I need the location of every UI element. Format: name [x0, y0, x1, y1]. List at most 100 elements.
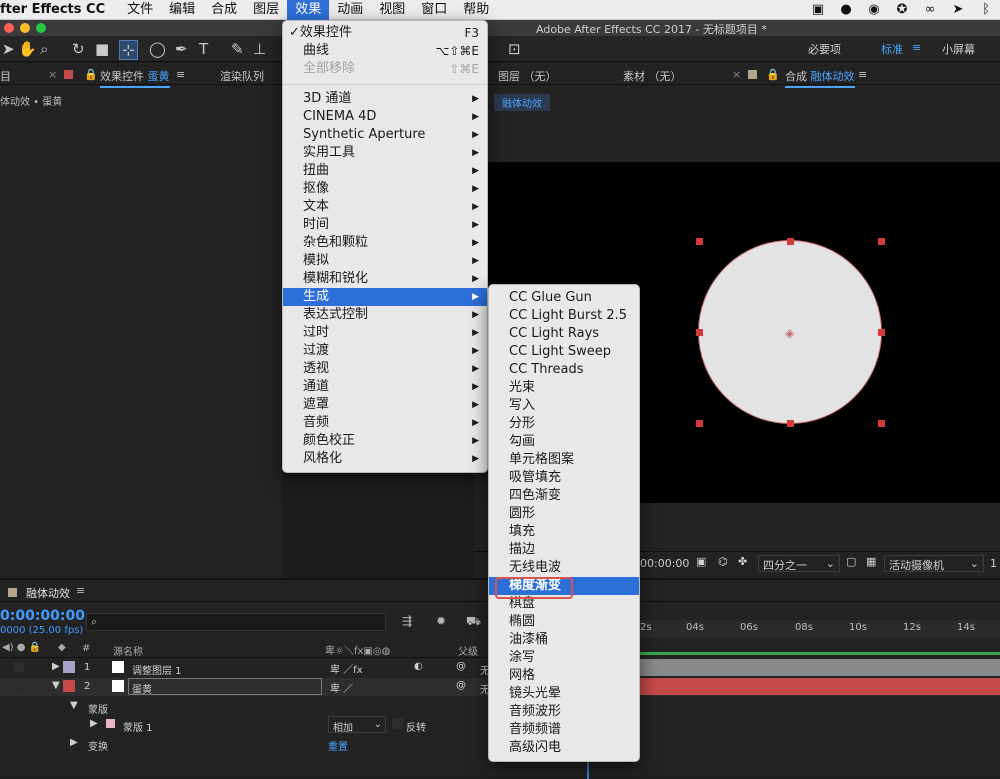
- resolution-dropdown[interactable]: 四分之一 ⌄: [758, 555, 840, 572]
- submenu-item[interactable]: 音频频谱: [489, 721, 639, 739]
- layer-duration-bar[interactable]: [640, 678, 1000, 695]
- submenu-item[interactable]: 镜头光晕: [489, 685, 639, 703]
- menu-item-time[interactable]: 时间 ▶: [283, 216, 487, 234]
- pen-tool-icon[interactable]: ✒: [175, 40, 188, 58]
- menu-animation[interactable]: 动画: [329, 0, 371, 20]
- tab-footage-viewer[interactable]: 素材 （无）: [623, 68, 682, 84]
- submenu-item[interactable]: 描边: [489, 541, 639, 559]
- tab-project[interactable]: 目: [0, 68, 11, 84]
- timeline-timecode[interactable]: 0:00:00:00: [0, 608, 85, 624]
- layer-duration-bar[interactable]: [640, 659, 1000, 676]
- wechat-icon[interactable]: ◉: [866, 2, 882, 18]
- comp-label[interactable]: 融体动效: [494, 94, 550, 111]
- menu-item-simulation[interactable]: 模拟 ▶: [283, 252, 487, 270]
- submenu-item[interactable]: 无线电波: [489, 559, 639, 577]
- panel-menu-icon[interactable]: ≡: [176, 68, 185, 81]
- layer-name[interactable]: 调整图层 1: [132, 662, 182, 677]
- notes-icon[interactable]: ▣: [810, 2, 826, 18]
- bbox-handle[interactable]: [878, 238, 885, 245]
- menu-item-synthetic-aperture[interactable]: Synthetic Aperture ▶: [283, 126, 487, 144]
- time-ruler[interactable]: 2s 04s 06s 08s 10s 12s 14s: [640, 620, 1000, 638]
- layer-label-swatch[interactable]: [63, 661, 75, 673]
- menu-layer[interactable]: 图层: [245, 0, 287, 20]
- lock-icon[interactable]: 🔒: [84, 68, 98, 81]
- creative-cloud-icon[interactable]: ∞: [922, 2, 938, 18]
- reset-link[interactable]: 重置: [328, 738, 348, 753]
- menu-item-distort[interactable]: 扭曲 ▶: [283, 162, 487, 180]
- invert-checkbox[interactable]: [392, 718, 403, 729]
- app-name-menu[interactable]: fter Effects CC: [0, 2, 105, 17]
- menu-help[interactable]: 帮助: [455, 0, 497, 20]
- expand-arrow-icon[interactable]: ▶: [52, 661, 60, 672]
- pick-whip-icon[interactable]: @: [456, 680, 466, 691]
- col-source-name[interactable]: 源名称: [113, 643, 143, 658]
- region-of-interest-icon[interactable]: ▢: [846, 555, 856, 568]
- menu-item-curves[interactable]: 曲线 ⌥⇧⌘E: [283, 42, 487, 60]
- tab-effect-controls[interactable]: 效果控件 蛋黄: [100, 68, 170, 88]
- submenu-item[interactable]: CC Glue Gun: [489, 289, 639, 307]
- menu-item-utility[interactable]: 实用工具 ▶: [283, 144, 487, 162]
- mask-mode-dropdown[interactable]: 相加 ⌄: [328, 716, 386, 734]
- workspace-small-screen[interactable]: 小屏幕: [942, 41, 975, 57]
- menu-composition[interactable]: 合成: [203, 0, 245, 20]
- tab-timeline-comp[interactable]: 融体动效: [26, 585, 70, 601]
- submenu-item[interactable]: 网格: [489, 667, 639, 685]
- submenu-item[interactable]: 单元格图案: [489, 451, 639, 469]
- expand-arrow-icon[interactable]: ▶: [70, 737, 78, 748]
- comp-mini-flowchart-icon[interactable]: ⇶: [402, 614, 412, 628]
- mask-color-swatch[interactable]: [106, 719, 115, 728]
- menu-item-obsolete[interactable]: 过时 ▶: [283, 324, 487, 342]
- workspace-essentials[interactable]: 必要项: [808, 41, 841, 57]
- bbox-handle[interactable]: [787, 420, 794, 427]
- viewer-timecode[interactable]: 00:00:00: [640, 557, 689, 570]
- timeline-search-input[interactable]: ⌕: [86, 613, 386, 631]
- menu-item-effect-controls[interactable]: ✓效果控件 F3: [283, 24, 487, 42]
- menu-window[interactable]: 窗口: [413, 0, 455, 20]
- minimize-window-icon[interactable]: [20, 23, 30, 33]
- visibility-toggle[interactable]: [14, 681, 24, 691]
- brush-tool-icon[interactable]: ✎: [231, 40, 244, 58]
- layer-label-swatch[interactable]: [63, 680, 75, 692]
- menu-item-text[interactable]: 文本 ▶: [283, 198, 487, 216]
- menu-item-perspective[interactable]: 透视 ▶: [283, 360, 487, 378]
- submenu-item[interactable]: 勾画: [489, 433, 639, 451]
- work-area-bar[interactable]: [640, 652, 1000, 655]
- submenu-item[interactable]: 分形: [489, 415, 639, 433]
- bbox-handle[interactable]: [787, 238, 794, 245]
- color-channels-icon[interactable]: ✤: [738, 555, 747, 568]
- stamp-tool-icon[interactable]: ⊥: [253, 40, 266, 58]
- expand-arrow-icon[interactable]: ▼: [70, 700, 78, 711]
- menu-item-color-correction[interactable]: 颜色校正 ▶: [283, 432, 487, 450]
- submenu-item[interactable]: 油漆桶: [489, 631, 639, 649]
- layer-switches-icon[interactable]: 卑 ／: [330, 680, 353, 695]
- zoom-tool-icon[interactable]: ⌕: [40, 40, 48, 58]
- workspace-menu-icon[interactable]: ≡: [912, 41, 921, 54]
- send-icon[interactable]: ➤: [950, 2, 966, 18]
- transparency-grid-icon[interactable]: ▦: [866, 555, 876, 568]
- tab-composition[interactable]: 合成 融体动效: [785, 68, 855, 88]
- submenu-item[interactable]: 音频波形: [489, 703, 639, 721]
- menu-item-matte[interactable]: 遮罩 ▶: [283, 396, 487, 414]
- menu-file[interactable]: 文件: [119, 0, 161, 20]
- type-tool-icon[interactable]: T: [199, 40, 208, 58]
- panel-menu-icon[interactable]: ≡: [858, 68, 867, 81]
- menu-view[interactable]: 视图: [371, 0, 413, 20]
- submenu-item[interactable]: CC Light Burst 2.5: [489, 307, 639, 325]
- layer-name-field[interactable]: 蛋黄: [128, 678, 322, 696]
- anchor-point-icon[interactable]: ◈: [785, 326, 794, 340]
- submenu-item[interactable]: 涂写: [489, 649, 639, 667]
- adjustment-layer-icon[interactable]: ◐: [414, 661, 423, 672]
- submenu-item[interactable]: 圆形: [489, 505, 639, 523]
- menu-edit[interactable]: 编辑: [161, 0, 203, 20]
- col-parent[interactable]: 父级: [458, 643, 478, 658]
- bbox-handle[interactable]: [696, 329, 703, 336]
- submenu-item[interactable]: 写入: [489, 397, 639, 415]
- bbox-handle[interactable]: [696, 420, 703, 427]
- anchor-tool-icon[interactable]: ⊹: [119, 40, 138, 60]
- snap-icon[interactable]: ⊡: [508, 40, 521, 58]
- submenu-item[interactable]: 四色渐变: [489, 487, 639, 505]
- expand-arrow-icon[interactable]: ▼: [52, 680, 60, 691]
- menu-item-channel[interactable]: 通道 ▶: [283, 378, 487, 396]
- expand-arrow-icon[interactable]: ▶: [90, 718, 98, 729]
- layer-switches-icon[interactable]: 卑 ／fx: [330, 661, 363, 676]
